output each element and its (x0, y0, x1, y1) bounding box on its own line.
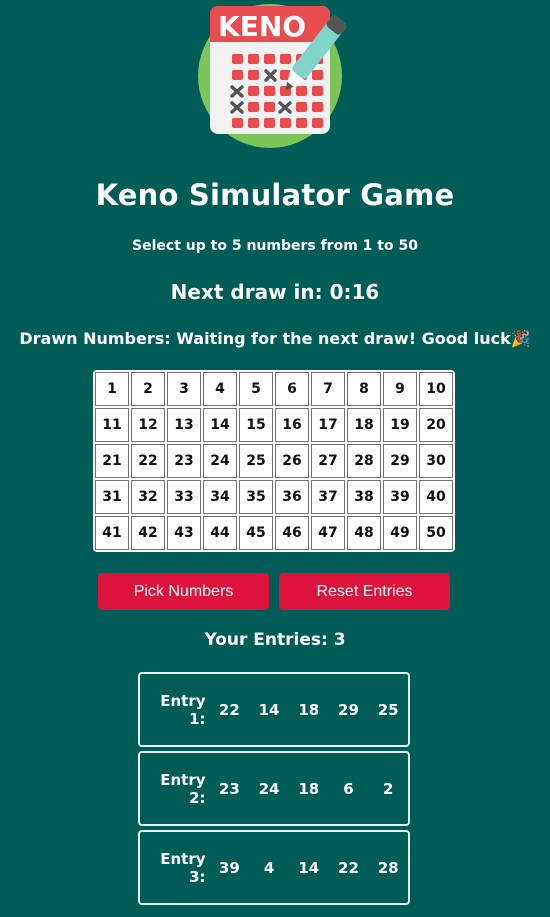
number-cell[interactable]: 46 (275, 516, 309, 550)
number-cell[interactable]: 10 (419, 372, 453, 406)
number-cell[interactable]: 24 (203, 444, 237, 478)
number-cell[interactable]: 41 (95, 516, 129, 550)
instructions-text: Select up to 5 numbers from 1 to 50 (132, 238, 418, 254)
keno-logo: KENO (198, 0, 358, 150)
number-cell[interactable]: 5 (239, 372, 273, 406)
number-cell[interactable]: 35 (239, 480, 273, 514)
number-cell[interactable]: 37 (311, 480, 345, 514)
number-cell[interactable]: 36 (275, 480, 309, 514)
entry-number: 39 (218, 858, 240, 877)
entry-number: 6 (343, 779, 354, 798)
page-title: Keno Simulator Game (95, 178, 455, 212)
entry-number: 22 (218, 700, 240, 719)
number-cell[interactable]: 47 (311, 516, 345, 550)
entry-label: Entry 1: (160, 691, 206, 728)
number-cell[interactable]: 9 (383, 372, 417, 406)
number-cell[interactable]: 11 (95, 408, 129, 442)
number-cell[interactable]: 16 (275, 408, 309, 442)
number-cell[interactable]: 17 (311, 408, 345, 442)
number-cell[interactable]: 15 (239, 408, 273, 442)
number-cell[interactable]: 25 (239, 444, 273, 478)
entries-count: Your Entries: 3 (204, 630, 346, 650)
entry-number: 24 (258, 779, 280, 798)
number-cell[interactable]: 27 (311, 444, 345, 478)
number-cell[interactable]: 21 (95, 444, 129, 478)
number-cell[interactable]: 18 (347, 408, 381, 442)
number-cell[interactable]: 40 (419, 480, 453, 514)
number-cell[interactable]: 50 (419, 516, 453, 550)
number-cell[interactable]: 8 (347, 372, 381, 406)
number-grid: 1 2 3 4 5 6 7 8 9 10 11 12 13 14 15 16 17 18 19 20 21 22 23 24 2… (93, 370, 455, 552)
entry-number: 14 (298, 858, 320, 877)
entry-number: 14 (258, 700, 280, 719)
entry-card: Entry 1: 22 14 18 29 25 (138, 672, 410, 747)
number-cell[interactable]: 30 (419, 444, 453, 478)
reset-entries-button[interactable]: Reset Entries (279, 573, 450, 610)
number-cell[interactable]: 19 (383, 408, 417, 442)
number-cell[interactable]: 39 (383, 480, 417, 514)
number-cell[interactable]: 45 (239, 516, 273, 550)
entry-label: Entry 3: (160, 849, 206, 886)
number-cell[interactable]: 31 (95, 480, 129, 514)
entry-number: 4 (263, 858, 275, 877)
drawn-numbers-status: Drawn Numbers: Waiting for the next draw… (19, 329, 531, 348)
number-cell[interactable]: 42 (131, 516, 165, 550)
entry-number: 25 (377, 700, 399, 719)
entry-number: 29 (338, 700, 359, 719)
number-cell[interactable]: 2 (131, 372, 165, 406)
entry-number: 23 (218, 779, 240, 798)
number-cell[interactable]: 48 (347, 516, 381, 550)
number-cell[interactable]: 43 (167, 516, 201, 550)
number-cell[interactable]: 32 (131, 480, 165, 514)
next-draw-timer: Next draw in: 0:16 (170, 280, 380, 304)
entry-card: Entry 3: 39 4 14 22 28 (138, 830, 410, 905)
entry-number: 22 (338, 858, 359, 877)
number-cell[interactable]: 20 (419, 408, 453, 442)
number-cell[interactable]: 1 (95, 372, 129, 406)
number-cell[interactable]: 7 (311, 372, 345, 406)
number-cell[interactable]: 44 (203, 516, 237, 550)
number-cell[interactable]: 38 (347, 480, 381, 514)
number-cell[interactable]: 49 (383, 516, 417, 550)
number-cell[interactable]: 23 (167, 444, 201, 478)
number-cell[interactable]: 33 (167, 480, 201, 514)
entry-number: 18 (298, 779, 320, 798)
number-cell[interactable]: 12 (131, 408, 165, 442)
number-cell[interactable]: 3 (167, 372, 201, 406)
number-cell[interactable]: 13 (167, 408, 201, 442)
number-cell[interactable]: 34 (203, 480, 237, 514)
entry-number: 18 (298, 700, 320, 719)
number-cell[interactable]: 4 (203, 372, 237, 406)
logo-text: KENO (218, 10, 306, 43)
number-cell[interactable]: 29 (383, 444, 417, 478)
entry-label: Entry 2: (160, 770, 206, 807)
number-cell[interactable]: 26 (275, 444, 309, 478)
entry-number: 2 (382, 779, 394, 798)
entry-card: Entry 2: 23 24 18 6 2 (138, 751, 410, 826)
entry-number: 28 (377, 858, 399, 877)
number-cell[interactable]: 28 (347, 444, 381, 478)
pick-numbers-button[interactable]: Pick Numbers (98, 573, 269, 610)
number-cell[interactable]: 14 (203, 408, 237, 442)
number-cell[interactable]: 22 (131, 444, 165, 478)
number-cell[interactable]: 6 (275, 372, 309, 406)
